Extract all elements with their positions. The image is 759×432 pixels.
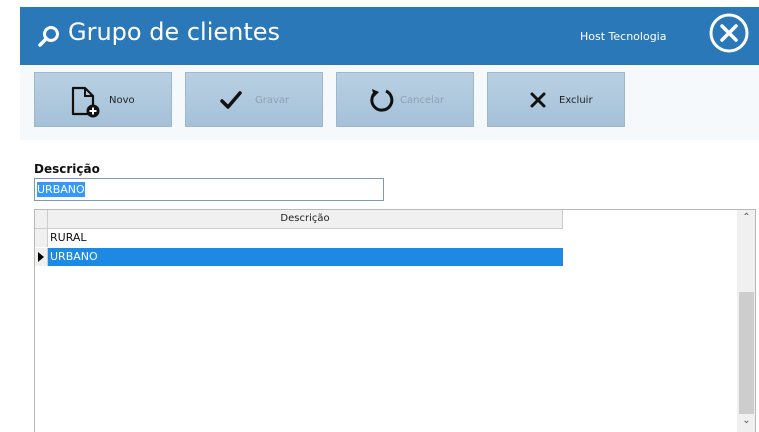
title-bar: Grupo de clientes Host Tecnologia xyxy=(20,7,759,65)
scroll-up-icon[interactable]: ⌃ xyxy=(737,212,755,228)
row-header[interactable] xyxy=(35,248,48,266)
window-title: Grupo de clientes xyxy=(68,18,281,46)
save-button-label: Gravar xyxy=(255,95,290,106)
checkmark-icon xyxy=(220,91,242,109)
save-button[interactable]: Gravar xyxy=(185,72,323,127)
table-row[interactable]: RURAL xyxy=(35,229,563,247)
search-icon xyxy=(38,26,59,47)
grid-corner-header xyxy=(35,210,48,229)
company-name: Host Tecnologia xyxy=(580,30,667,43)
toolbar: Novo Gravar Cancelar Excluir xyxy=(20,65,759,140)
close-icon[interactable] xyxy=(708,12,750,54)
undo-icon xyxy=(370,89,394,112)
new-button-label: Novo xyxy=(109,95,135,106)
delete-x-icon xyxy=(530,92,546,108)
delete-button[interactable]: Excluir xyxy=(487,72,625,127)
data-grid[interactable]: Descrição RURAL URBANO ⌃ ⌄ xyxy=(34,209,756,432)
description-input-value: URBANO xyxy=(37,182,85,197)
scroll-down-icon[interactable]: ⌄ xyxy=(737,415,755,431)
description-input[interactable]: URBANO xyxy=(34,178,384,201)
delete-button-label: Excluir xyxy=(559,95,593,106)
column-header-description[interactable]: Descrição xyxy=(48,210,563,229)
table-row[interactable]: URBANO xyxy=(35,248,563,266)
new-document-icon xyxy=(71,86,100,118)
scrollbar-thumb[interactable] xyxy=(739,292,754,414)
cancel-button[interactable]: Cancelar xyxy=(336,72,474,127)
table-cell[interactable]: URBANO xyxy=(48,248,563,266)
row-header[interactable] xyxy=(35,229,48,247)
current-row-arrow-icon xyxy=(38,252,44,262)
new-button[interactable]: Novo xyxy=(34,72,172,127)
cancel-button-label: Cancelar xyxy=(400,95,445,106)
table-cell[interactable]: RURAL xyxy=(48,229,563,247)
description-label: Descrição xyxy=(34,162,100,176)
vertical-scrollbar[interactable]: ⌃ ⌄ xyxy=(737,210,755,432)
